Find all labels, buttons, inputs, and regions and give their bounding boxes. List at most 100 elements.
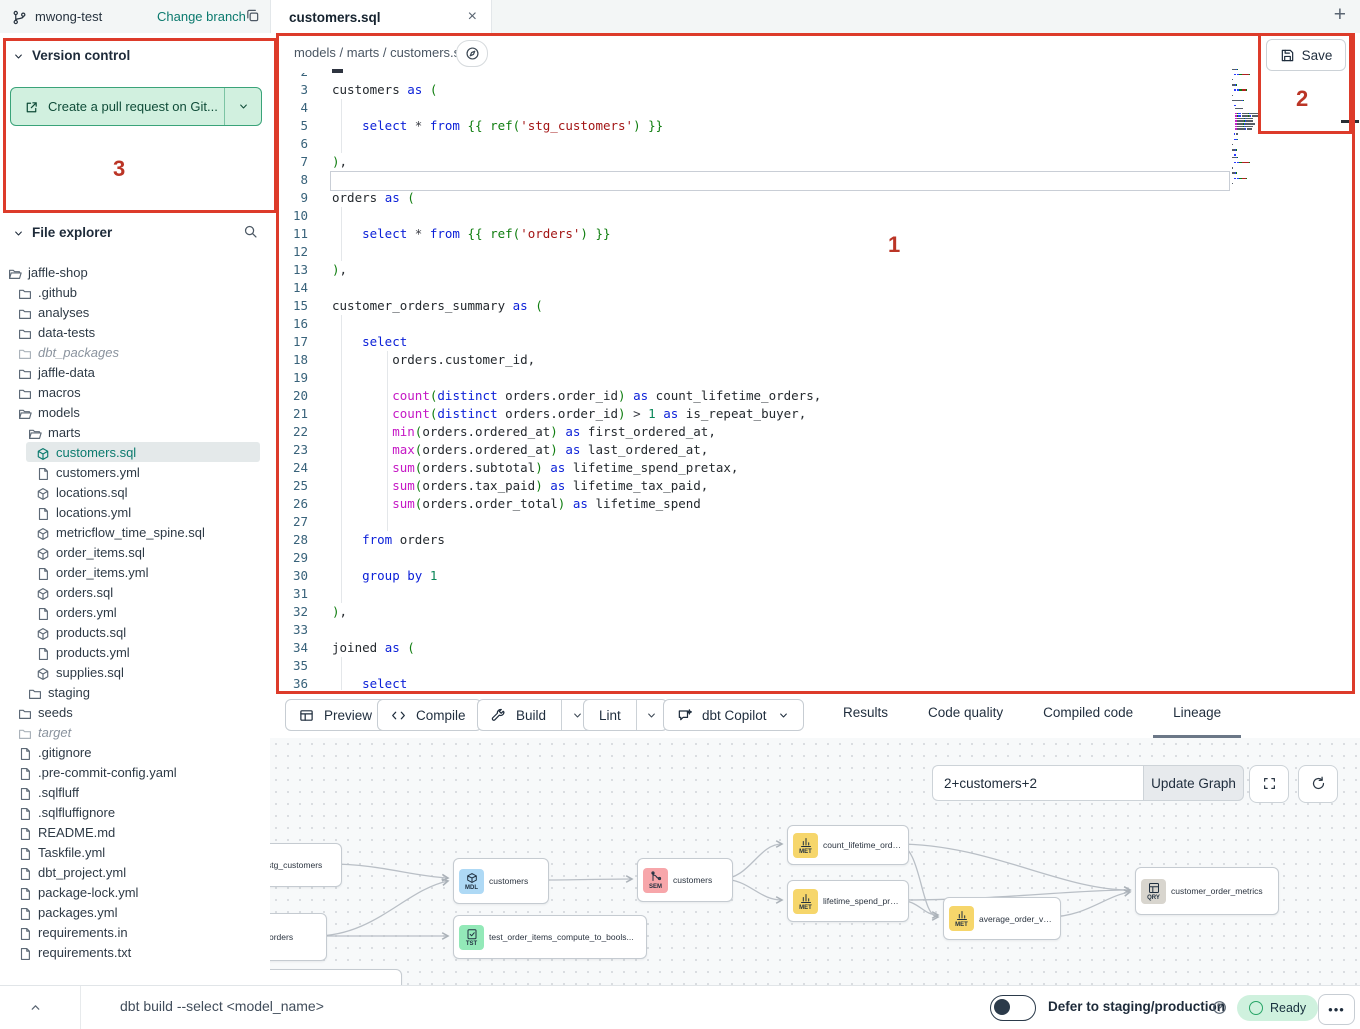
lineage-node-orders-src[interactable]: orders [270, 913, 327, 961]
tree-item-orders.sql[interactable]: orders.sql [0, 582, 270, 602]
tree-item-requirements.txt[interactable]: requirements.txt [0, 942, 270, 962]
file-icon [18, 905, 32, 919]
tree-item-.github[interactable]: .github [0, 282, 270, 302]
command-input[interactable]: dbt build --select <model_name> [120, 998, 324, 1014]
update-graph-button[interactable]: Update Graph [1143, 765, 1244, 801]
defer-toggle[interactable] [990, 995, 1036, 1021]
defer-label: Defer to staging/production [1048, 999, 1225, 1014]
tree-item-locations.sql[interactable]: locations.sql [0, 482, 270, 502]
code-line-14: 14 [270, 279, 1360, 297]
tree-item-target[interactable]: target [0, 722, 270, 742]
tree-item-dbt_project.yml[interactable]: dbt_project.yml [0, 862, 270, 882]
lineage-node-partial-node[interactable] [270, 969, 402, 985]
tree-item-macros[interactable]: macros [0, 382, 270, 402]
tree-item-models[interactable]: models [0, 402, 270, 422]
tree-item-products.yml[interactable]: products.yml [0, 642, 270, 662]
search-icon[interactable] [243, 223, 258, 239]
compile-button[interactable]: Compile [377, 699, 482, 731]
preview-button[interactable]: Preview [285, 699, 388, 731]
tree-item-staging[interactable]: staging [0, 682, 270, 702]
tree-item-.pre-commit-config.yaml[interactable]: .pre-commit-config.yaml [0, 762, 270, 782]
line-number: 21 [270, 405, 308, 423]
tree-item-packages.yml[interactable]: packages.yml [0, 902, 270, 922]
tree-item-requirements.in[interactable]: requirements.in [0, 922, 270, 942]
tree-item-marts[interactable]: marts [0, 422, 270, 442]
tree-item-package-lock.yml[interactable]: package-lock.yml [0, 882, 270, 902]
lineage-node-lifetime-spend-pretax[interactable]: METlifetime_spend_pretax [787, 880, 909, 922]
tree-item-Taskfile.yml[interactable]: Taskfile.yml [0, 842, 270, 862]
dbt-copilot-button[interactable]: dbt Copilot [663, 699, 804, 731]
copy-branch-icon[interactable] [245, 7, 260, 25]
tree-item-products.sql[interactable]: products.sql [0, 622, 270, 642]
folder-icon [18, 285, 32, 299]
tree-item-dbt_packages[interactable]: dbt_packages [0, 342, 270, 362]
line-number: 26 [270, 495, 308, 513]
pr-dropdown-chevron[interactable] [224, 88, 261, 125]
tree-item-locations.yml[interactable]: locations.yml [0, 502, 270, 522]
tree-item-supplies.sql[interactable]: supplies.sql [0, 662, 270, 682]
tree-item-.gitignore[interactable]: .gitignore [0, 742, 270, 762]
tree-item-data-tests[interactable]: data-tests [0, 322, 270, 342]
tree-item-customers.yml[interactable]: customers.yml [0, 462, 270, 482]
chevron-up-icon[interactable] [28, 999, 43, 1017]
lint-button[interactable]: Lint [583, 699, 668, 731]
tree-item-jaffle-data[interactable]: jaffle-data [0, 362, 270, 382]
tree-item-seeds[interactable]: seeds [0, 702, 270, 722]
copilot-compass-button[interactable] [456, 40, 488, 67]
file-icon [18, 925, 32, 939]
code-editor[interactable]: 23customers as (45 select * from {{ ref(… [270, 73, 1360, 690]
scrollbar-indicator[interactable] [1341, 120, 1359, 123]
status-bar: dbt build --select <model_name> Defer to… [0, 985, 1360, 1029]
tree-item-README.md[interactable]: README.md [0, 822, 270, 842]
tree-item-label: jaffle-data [38, 365, 95, 380]
tab-lineage[interactable]: Lineage [1153, 690, 1241, 738]
lineage-node-stg_customers[interactable]: stg_customers [270, 843, 342, 887]
lineage-node-customers-model[interactable]: MDLcustomers [453, 858, 549, 904]
tree-item-.sqlfluff[interactable]: .sqlfluff [0, 782, 270, 802]
tree-item-.sqlfluffignore[interactable]: .sqlfluffignore [0, 802, 270, 822]
line-number: 24 [270, 459, 308, 477]
code-line-27: 27 [270, 513, 1360, 531]
build-button[interactable]: Build [477, 699, 593, 731]
new-tab-button[interactable]: + [1334, 3, 1346, 27]
lineage-node-label: average_order_value [979, 914, 1055, 924]
code-line-6: 6 [270, 135, 1360, 153]
file-icon [36, 645, 50, 659]
change-branch-link[interactable]: Change branch [157, 0, 246, 33]
file-icon [18, 945, 32, 959]
tree-item-label: README.md [38, 825, 115, 840]
more-options-button[interactable]: ••• [1318, 994, 1355, 1025]
tree-item-metricflow_time_spine.sql[interactable]: metricflow_time_spine.sql [0, 522, 270, 542]
version-control-header[interactable]: Version control [12, 48, 130, 63]
tree-item-jaffle-shop[interactable]: jaffle-shop [0, 262, 270, 282]
fullscreen-button[interactable] [1249, 765, 1289, 803]
tab-customers-sql[interactable]: customers.sql × [270, 0, 492, 34]
tree-item-customers.sql[interactable]: customers.sql [26, 442, 260, 462]
line-number: 6 [270, 135, 308, 153]
refresh-button[interactable] [1298, 765, 1338, 803]
tab-compiled-code[interactable]: Compiled code [1023, 690, 1153, 738]
help-icon[interactable] [1212, 999, 1227, 1017]
lineage-node-average-order-value[interactable]: METaverage_order_value [943, 897, 1061, 940]
create-pull-request-button[interactable]: Create a pull request on Git... [10, 87, 262, 126]
lineage-node-customers-semantic[interactable]: SEMcustomers [637, 858, 733, 902]
lineage-node-customer-order-metrics[interactable]: QRYcustomer_order_metrics [1135, 867, 1279, 915]
tab-code-quality[interactable]: Code quality [908, 690, 1023, 738]
tree-item-analyses[interactable]: analyses [0, 302, 270, 322]
tab-results[interactable]: Results [823, 690, 908, 738]
lineage-selector-input[interactable] [932, 765, 1143, 801]
folder-icon [28, 685, 42, 699]
file-explorer-header[interactable]: File explorer [12, 225, 258, 240]
lineage-node-count-lifetime-orders[interactable]: METcount_lifetime_orders [787, 825, 909, 865]
model-icon [36, 445, 50, 459]
tree-item-orders.yml[interactable]: orders.yml [0, 602, 270, 622]
met-badge-icon: MET [793, 889, 818, 914]
lineage-node-test-order-items[interactable]: TSTtest_order_items_compute_to_bools... [453, 915, 647, 959]
fullscreen-icon [1262, 775, 1277, 793]
editor-minimap[interactable] [1232, 66, 1316, 188]
current-branch[interactable]: mwong-test [12, 0, 102, 33]
tree-item-order_items.sql[interactable]: order_items.sql [0, 542, 270, 562]
close-icon[interactable]: × [468, 9, 477, 25]
folder-icon [18, 325, 32, 339]
tree-item-order_items.yml[interactable]: order_items.yml [0, 562, 270, 582]
